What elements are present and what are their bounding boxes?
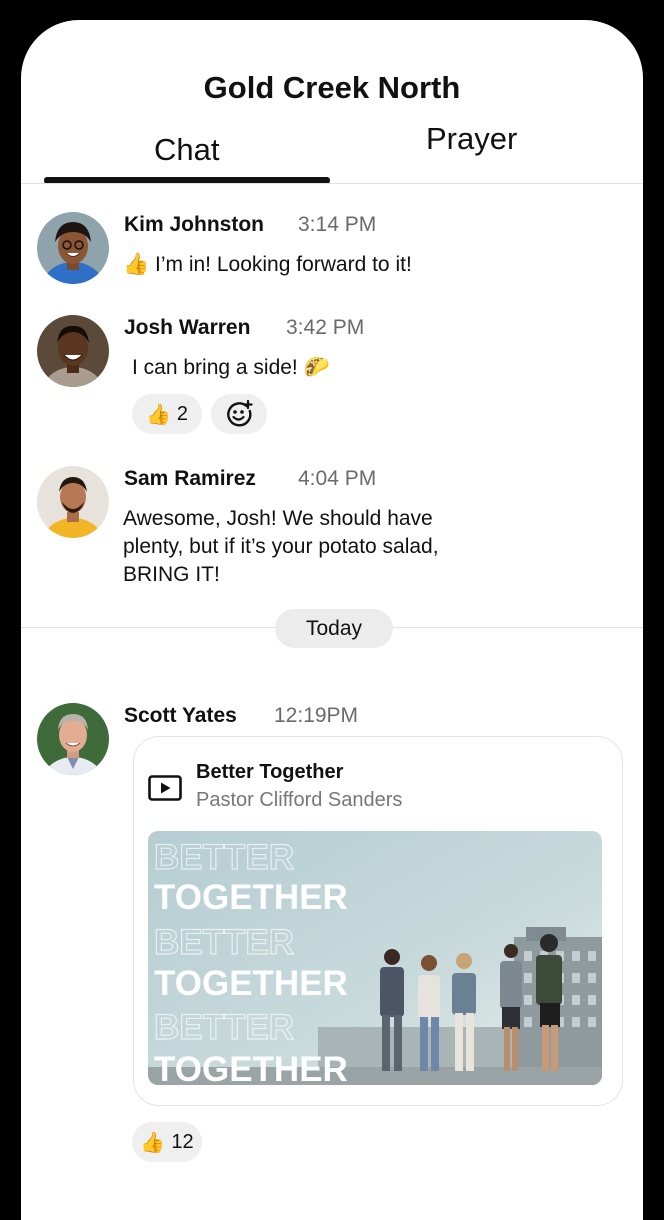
message-author[interactable]: Josh Warren: [124, 316, 250, 340]
add-reaction-button[interactable]: [211, 394, 267, 434]
avatar[interactable]: [37, 315, 109, 387]
message-time: 3:42 PM: [286, 316, 365, 339]
reaction-count: 12: [171, 1130, 194, 1153]
banner-word: TOGETHER: [154, 878, 348, 917]
avatar[interactable]: [37, 212, 109, 284]
message-author[interactable]: Kim Johnston: [124, 213, 264, 237]
message-author[interactable]: Sam Ramirez: [124, 467, 256, 491]
thumbs-up-emoji: 👍: [145, 403, 171, 426]
emoji-add-icon: [227, 399, 253, 427]
date-divider-label: Today: [275, 609, 393, 648]
message-text: 👍 I’m in! Looking forward to it!: [123, 253, 412, 276]
message-author[interactable]: Scott Yates: [124, 704, 237, 728]
avatar[interactable]: [37, 466, 109, 538]
banner-word: BETTER: [154, 923, 294, 962]
tab-chat[interactable]: Chat: [154, 132, 219, 168]
card-subtitle: Pastor Clifford Sanders: [196, 789, 403, 811]
thumbs-up-emoji: 👍: [123, 253, 150, 276]
tab-prayer[interactable]: Prayer: [426, 121, 517, 157]
reaction-pill[interactable]: 👍 2: [132, 394, 202, 434]
phone-screen: Gold Creek North Chat Prayer Kim Johnsto…: [21, 20, 643, 1220]
taco-emoji: 🌮: [303, 356, 330, 379]
page-title: Gold Creek North: [203, 70, 461, 105]
card-title: Better Together: [196, 761, 344, 783]
reaction-count: 2: [176, 402, 189, 425]
banner-word: TOGETHER: [154, 964, 348, 1003]
thumbs-up-emoji: 👍: [140, 1131, 166, 1154]
message-text: Awesome, Josh! We should have plenty, bu…: [123, 507, 439, 586]
sermon-card[interactable]: Better Together Pastor Clifford Sanders: [133, 736, 623, 1106]
reaction-pill[interactable]: 👍 12: [132, 1122, 202, 1162]
banner-word: TOGETHER: [154, 1050, 348, 1085]
avatar[interactable]: [37, 703, 109, 775]
message-text: I can bring a side! 🌮: [132, 356, 330, 379]
video-play-icon: [148, 775, 182, 801]
message-time: 12:19PM: [274, 704, 359, 727]
sermon-banner-image[interactable]: BETTER TOGETHER BETTER TOGETHER BETTER T…: [148, 831, 602, 1085]
message-time: 4:04 PM: [298, 467, 377, 490]
tab-divider: [21, 183, 643, 184]
message-time: 3:14 PM: [298, 213, 377, 236]
banner-word: BETTER: [154, 838, 294, 877]
banner-word: BETTER: [154, 1008, 294, 1047]
